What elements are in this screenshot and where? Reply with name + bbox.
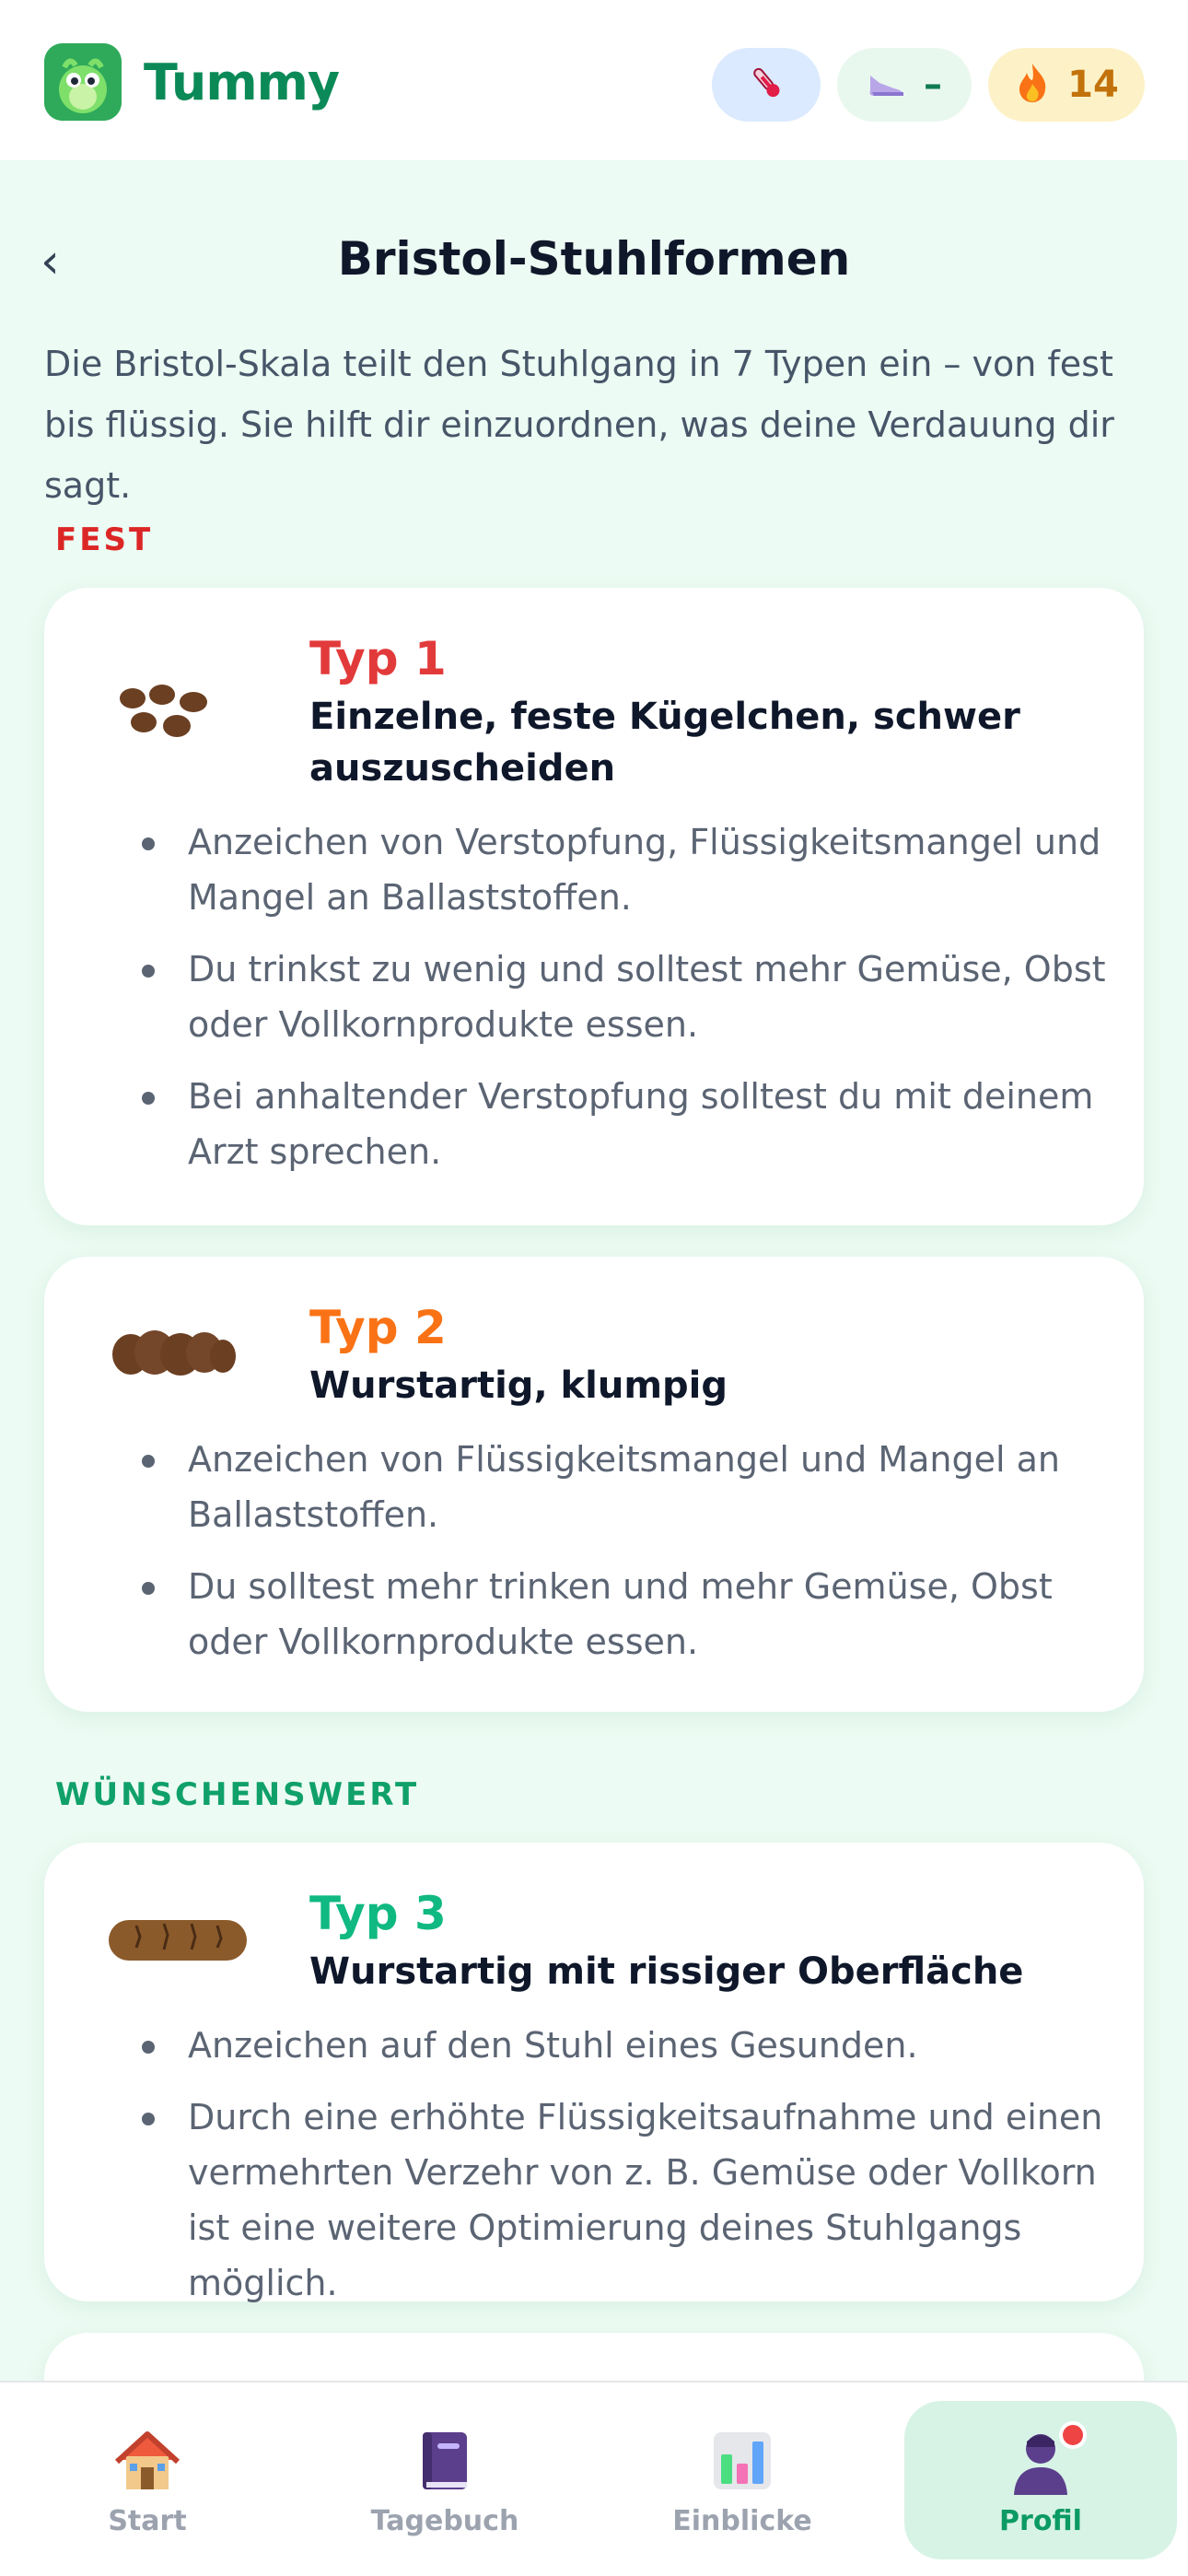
nav-label: Tagebuch (370, 2504, 519, 2537)
app-name: Tummy (144, 53, 340, 111)
notification-dot (1059, 2421, 1087, 2449)
thermometer-icon (746, 63, 786, 107)
advice-item: Anzeichen auf den Stuhl eines Gesunden. (98, 2018, 1111, 2073)
nav-item-profil[interactable]: Profil (904, 2401, 1177, 2559)
stool-type-card: Typ 3 Wurstartig mit rissiger Oberfläche… (44, 1843, 1144, 2303)
streak-pill[interactable]: 14 (988, 48, 1145, 122)
top-bar: Tummy – 14 (0, 0, 1188, 160)
type-label: Typ 2 (309, 1301, 447, 1354)
advice-item: Anzeichen von Flüssigkeitsmangel und Man… (98, 1432, 1111, 1542)
intro-text: Die Bristol-Skala teilt den Stuhlgang in… (44, 344, 1114, 506)
stool-type-card: Typ 2 Wurstartig, klumpig Anzeichen von … (44, 1257, 1144, 1712)
type-description: Wurstartig, klumpig (309, 1364, 728, 1407)
stool-type-card: Typ 1 Einzelne, feste Kügelchen, schwer … (44, 588, 1144, 1225)
nav-item-tagebuch[interactable]: Tagebuch (307, 2401, 583, 2559)
bottom-navigation: Start Tagebuch Einblicke Profil (0, 2381, 1188, 2576)
advice-item: Anzeichen von Verstopfung, Flüssigkeitsm… (98, 814, 1111, 925)
book-icon (408, 2424, 482, 2498)
temperature-pill[interactable] (712, 48, 821, 122)
stool-pellets-icon (105, 680, 234, 757)
nav-item-einblicke[interactable]: Einblicke (604, 2401, 880, 2559)
sneaker-icon (867, 64, 907, 105)
advice-item: Du trinkst zu wenig und solltest mehr Ge… (98, 942, 1111, 1052)
activity-pill[interactable]: – (837, 48, 972, 122)
nav-label: Start (108, 2504, 187, 2537)
section-label-fest: FEST (55, 521, 154, 558)
advice-item: Du solltest mehr trinken und mehr Gemüse… (98, 1559, 1111, 1669)
activity-value: – (924, 64, 942, 106)
nav-label: Einblicke (672, 2504, 812, 2537)
nav-item-start[interactable]: Start (9, 2401, 285, 2559)
advice-list: Anzeichen von Verstopfung, Flüssigkeitsm… (98, 814, 1111, 1196)
type-label: Typ 3 (309, 1887, 447, 1940)
type-description: Einzelne, feste Kügelchen, schwer auszus… (309, 696, 1020, 790)
section-label-wuenschenswert: WÜNSCHENSWERT (55, 1776, 420, 1813)
advice-item: Bei anhaltender Verstopfung solltest du … (98, 1069, 1111, 1179)
app-logo (44, 43, 122, 121)
flame-icon (1014, 62, 1051, 108)
type-description: Wurstartig mit rissiger Oberfläche (309, 1950, 1024, 1993)
bar-chart-icon (705, 2424, 779, 2498)
stool-lumpy-icon (105, 1321, 243, 1389)
advice-list: Anzeichen von Flüssigkeitsmangel und Man… (98, 1432, 1111, 1686)
stool-cracked-icon (105, 1913, 252, 1972)
nav-label: Profil (999, 2504, 1082, 2537)
advice-list: Anzeichen auf den Stuhl eines Gesunden. … (98, 2018, 1111, 2327)
house-icon (111, 2424, 184, 2498)
page-title: Bristol-Stuhlformen (337, 232, 851, 286)
type-label: Typ 1 (309, 632, 447, 685)
advice-item: Durch eine erhöhte Flüssigkeitsaufnahme … (98, 2090, 1111, 2311)
streak-count: 14 (1067, 64, 1119, 106)
